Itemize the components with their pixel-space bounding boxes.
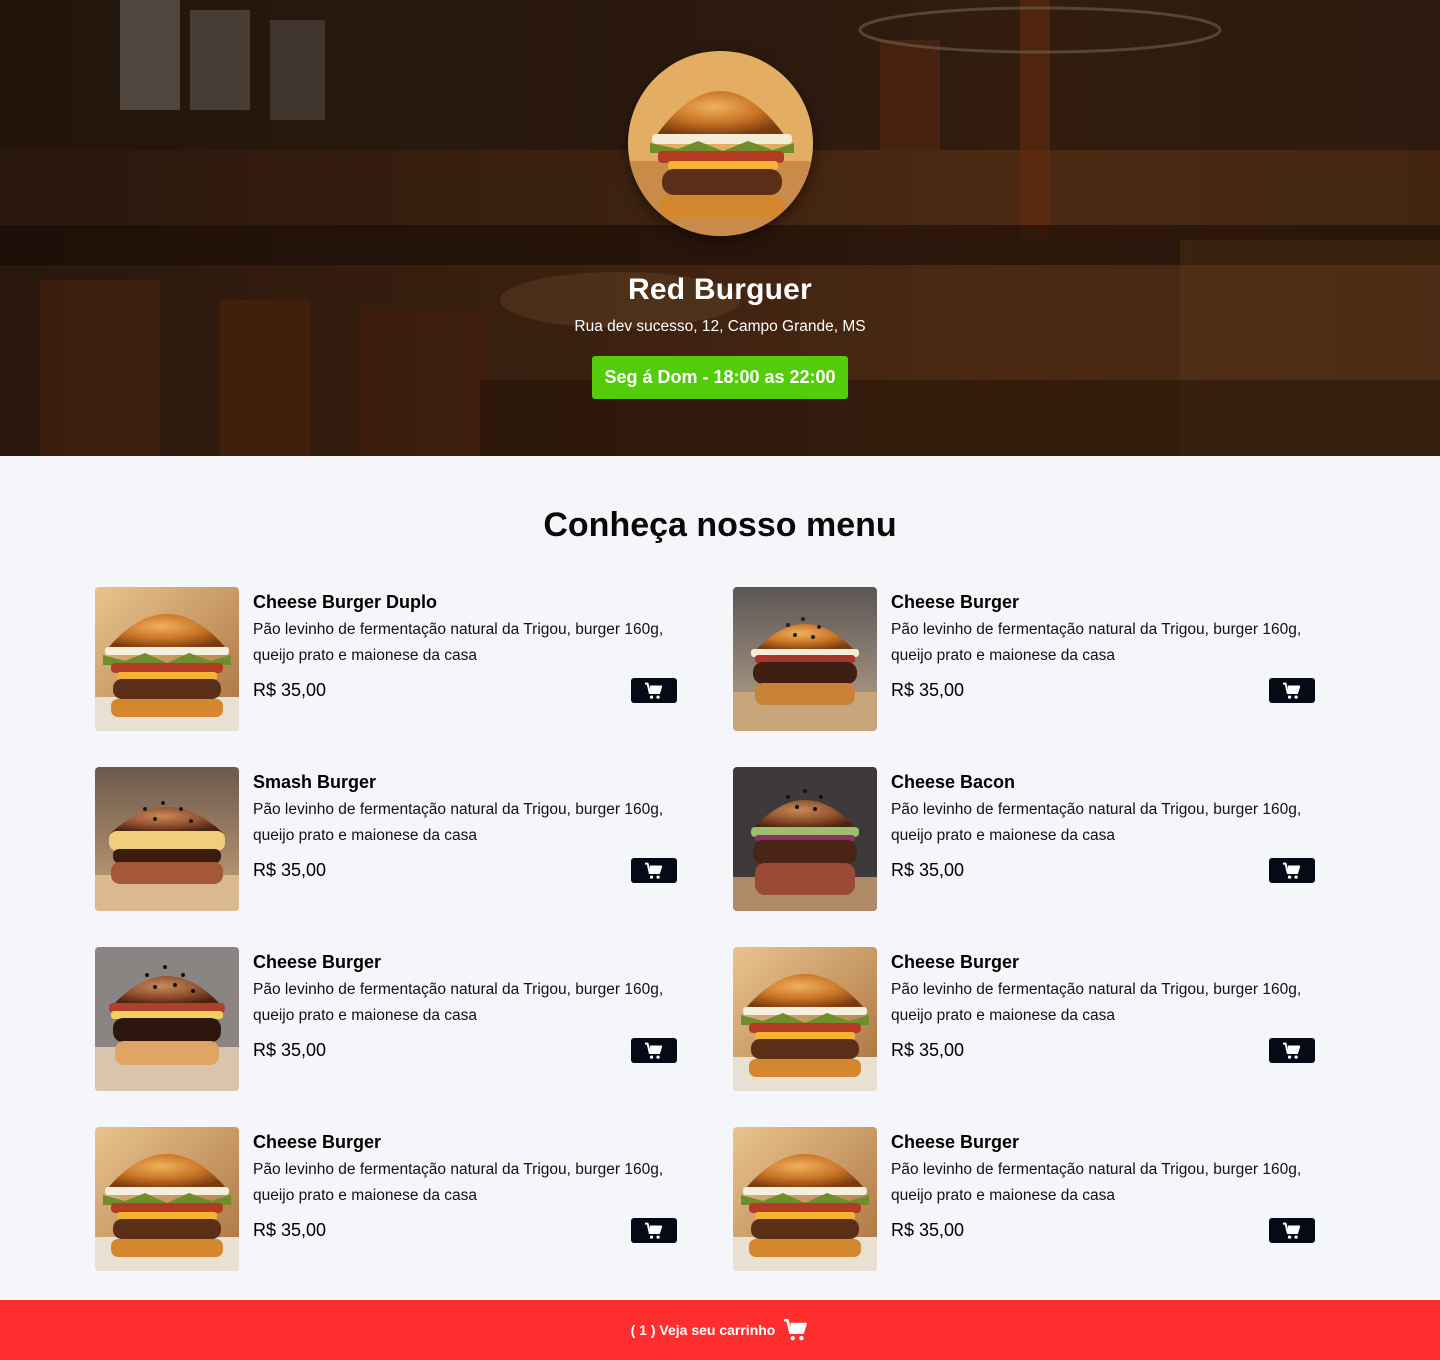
cart-plus-icon	[644, 862, 664, 880]
opening-hours-badge: Seg á Dom - 18:00 as 22:00	[592, 356, 848, 399]
view-cart-bar[interactable]: ( 1 ) Veja seu carrinho	[0, 1300, 1440, 1360]
view-cart-label: ( 1 ) Veja seu carrinho	[630, 1322, 776, 1338]
item-price: R$ 35,00	[253, 680, 327, 700]
menu-item: Smash Burger Pão levinho de fermentação …	[95, 767, 677, 912]
item-description: Pão levinho de fermentação natural da Tr…	[253, 1161, 664, 1204]
item-name: Cheese Burger	[253, 952, 382, 972]
burger-photo	[733, 1127, 877, 1271]
cart-plus-icon	[1282, 1222, 1302, 1240]
menu-item: Cheese Burger Pão levinho de fermentação…	[95, 947, 677, 1092]
burger-photo	[95, 587, 239, 731]
item-description: Pão levinho de fermentação natural da Tr…	[253, 801, 664, 844]
item-name: Cheese Burger	[891, 952, 1020, 972]
item-price: R$ 35,00	[891, 860, 965, 880]
item-price: R$ 35,00	[891, 1220, 965, 1240]
menu-item: Cheese Burger Pão levinho de fermentação…	[733, 587, 1315, 732]
item-name: Smash Burger	[253, 772, 377, 792]
menu-item: Cheese Burger Pão levinho de fermentação…	[733, 1127, 1315, 1272]
add-to-cart-button[interactable]	[1269, 678, 1315, 703]
item-name: Cheese Bacon	[891, 772, 1016, 792]
hero-content: Red Burguer Rua dev sucesso, 12, Campo G…	[0, 0, 1440, 456]
item-description: Pão levinho de fermentação natural da Tr…	[891, 981, 1302, 1024]
burger-photo	[733, 767, 877, 911]
item-name: Cheese Burger	[891, 1132, 1020, 1152]
burger-photo	[95, 1127, 239, 1271]
item-description: Pão levinho de fermentação natural da Tr…	[253, 621, 664, 664]
item-price: R$ 35,00	[891, 1040, 965, 1060]
add-to-cart-button[interactable]	[1269, 858, 1315, 883]
restaurant-logo	[628, 51, 813, 236]
item-price: R$ 35,00	[253, 1040, 327, 1060]
item-price: R$ 35,00	[891, 680, 965, 700]
cart-plus-icon	[1282, 862, 1302, 880]
add-to-cart-button[interactable]	[631, 678, 677, 703]
restaurant-address: Rua dev sucesso, 12, Campo Grande, MS	[574, 318, 866, 335]
item-description: Pão levinho de fermentação natural da Tr…	[891, 1161, 1302, 1204]
menu-title: Conheça nosso menu	[543, 506, 897, 544]
item-description: Pão levinho de fermentação natural da Tr…	[891, 621, 1302, 664]
menu-item: Cheese Bacon Pão levinho de fermentação …	[733, 767, 1315, 912]
burger-photo	[95, 767, 239, 911]
add-to-cart-button[interactable]	[1269, 1218, 1315, 1243]
burger-photo	[733, 947, 877, 1091]
menu-item: Cheese Burger Pão levinho de fermentação…	[733, 947, 1315, 1092]
burger-photo	[733, 587, 877, 731]
menu-item: Cheese Burger Duplo Pão levinho de ferme…	[95, 587, 677, 732]
item-description: Pão levinho de fermentação natural da Tr…	[891, 801, 1302, 844]
item-name: Cheese Burger	[253, 1132, 382, 1152]
add-to-cart-button[interactable]	[631, 1038, 677, 1063]
cart-plus-icon	[644, 682, 664, 700]
cart-plus-icon	[1282, 1042, 1302, 1060]
cart-plus-icon	[1282, 682, 1302, 700]
menu-item: Cheese Burger Pão levinho de fermentação…	[95, 1127, 677, 1272]
add-to-cart-button[interactable]	[631, 1218, 677, 1243]
hero-banner: Red Burguer Rua dev sucesso, 12, Campo G…	[0, 0, 1440, 456]
cart-plus-icon	[644, 1222, 664, 1240]
add-to-cart-button[interactable]	[1269, 1038, 1315, 1063]
item-price: R$ 35,00	[253, 1220, 327, 1240]
item-price: R$ 35,00	[253, 860, 327, 880]
burger-photo	[95, 947, 239, 1091]
shopping-cart-icon	[783, 1318, 809, 1342]
add-to-cart-button[interactable]	[631, 858, 677, 883]
cart-plus-icon	[644, 1042, 664, 1060]
item-description: Pão levinho de fermentação natural da Tr…	[253, 981, 664, 1024]
restaurant-name: Red Burguer	[628, 273, 812, 306]
item-name: Cheese Burger Duplo	[253, 592, 438, 612]
item-name: Cheese Burger	[891, 592, 1020, 612]
